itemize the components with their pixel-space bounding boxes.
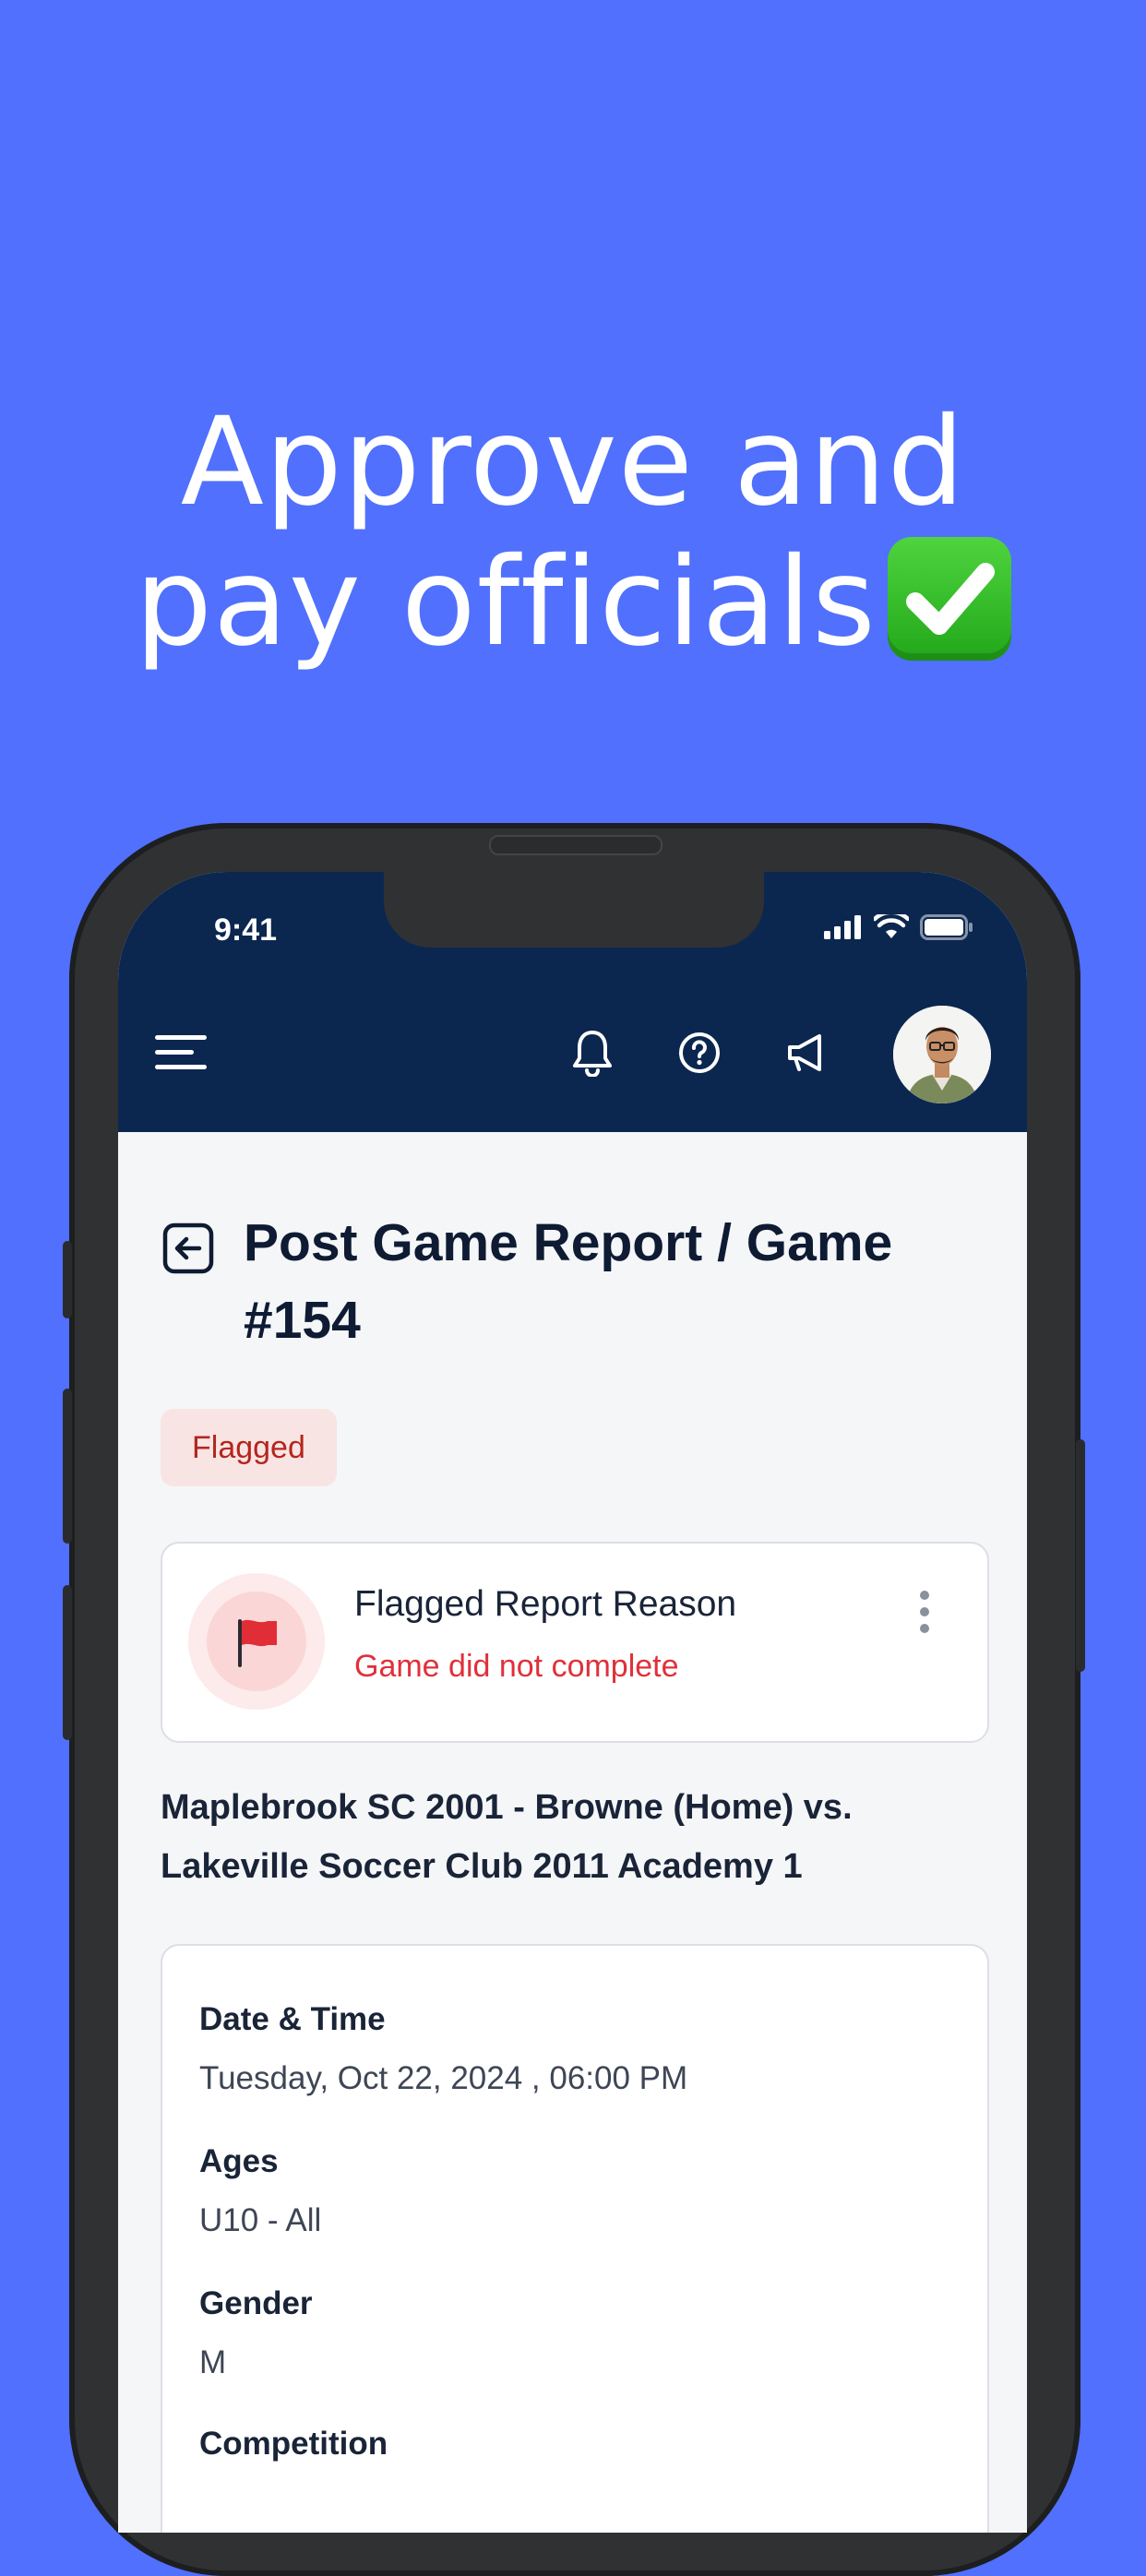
hero-line-2-text: pay officials — [135, 531, 877, 674]
match-title: Maplebrook SC 2001 - Browne (Home) vs. L… — [161, 1788, 853, 1886]
flag-card-title: Flagged Report Reason — [354, 1584, 737, 1624]
more-options-icon[interactable] — [917, 1590, 932, 1639]
wifi-icon — [874, 914, 909, 938]
hero-headline: Approve and pay officials — [0, 392, 1146, 673]
date-time-value: Tuesday, Oct 22, 2024 , 06:00 PM — [199, 2060, 688, 2096]
signal-icon — [824, 915, 861, 939]
flagged-reason-card: Flagged Report Reason Game did not compl… — [161, 1542, 989, 1743]
flag-card-reason: Game did not complete — [354, 1649, 679, 1684]
game-details-card: Date & Time Tuesday, Oct 22, 2024 , 06:0… — [161, 1944, 989, 2533]
date-time-label: Date & Time — [199, 2001, 386, 2037]
mute-switch — [63, 1241, 72, 1318]
ages-label: Ages — [199, 2143, 279, 2179]
power-button — [1076, 1439, 1085, 1672]
hero-line-1: Approve and — [180, 391, 966, 533]
volume-up-button — [63, 1389, 72, 1544]
page-title: Post Game Report / Game #154 — [244, 1213, 893, 1350]
hero-line-2: pay officials — [0, 532, 1146, 673]
phone-screen: 9:41 Post Game Report / Game #154 Flagge… — [118, 872, 1027, 2533]
help-icon[interactable] — [677, 1031, 722, 1079]
bell-icon[interactable] — [570, 1029, 615, 1081]
gender-value: M — [199, 2344, 227, 2380]
notch — [384, 872, 764, 948]
menu-icon[interactable] — [155, 1033, 207, 1075]
flag-icon — [238, 1619, 277, 1667]
avatar[interactable] — [893, 1006, 991, 1103]
volume-down-button — [63, 1585, 72, 1740]
check-mark-icon — [887, 537, 1011, 661]
flag-icon-inner — [207, 1592, 306, 1691]
status-badge: Flagged — [161, 1409, 337, 1486]
flag-icon-container — [188, 1573, 325, 1710]
status-icons — [824, 914, 973, 940]
megaphone-icon[interactable] — [784, 1031, 829, 1079]
earpiece-speaker — [489, 835, 663, 855]
gender-label: Gender — [199, 2285, 313, 2321]
back-icon[interactable] — [162, 1222, 214, 1279]
ages-value: U10 - All — [199, 2202, 322, 2238]
competition-label: Competition — [199, 2426, 388, 2462]
battery-icon — [920, 914, 973, 940]
status-time: 9:41 — [214, 912, 278, 948]
